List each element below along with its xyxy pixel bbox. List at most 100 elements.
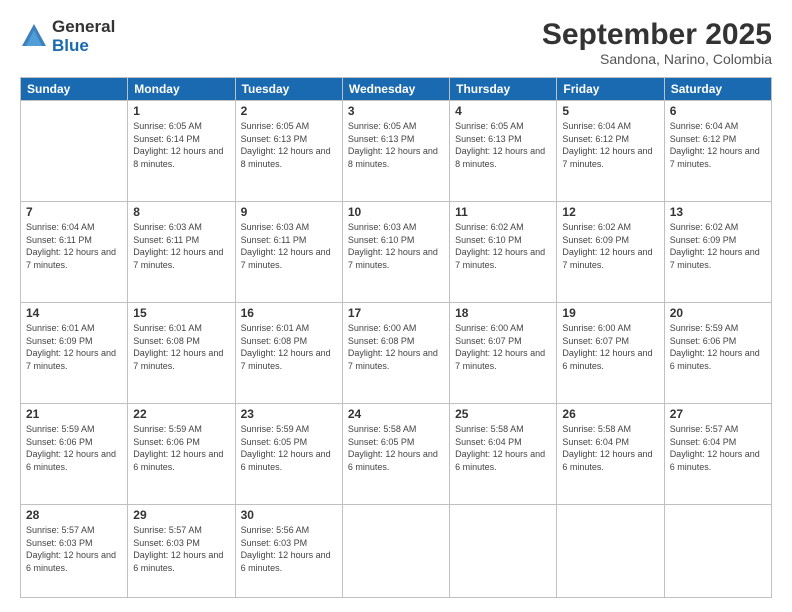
day-info: Sunrise: 5:59 AMSunset: 6:05 PMDaylight:… [241, 423, 337, 473]
day-number: 7 [26, 205, 122, 219]
day-info: Sunrise: 6:01 AMSunset: 6:08 PMDaylight:… [241, 322, 337, 372]
calendar-cell: 12 Sunrise: 6:02 AMSunset: 6:09 PMDayligh… [557, 202, 664, 303]
day-info: Sunrise: 6:03 AMSunset: 6:10 PMDaylight:… [348, 221, 444, 271]
day-info: Sunrise: 5:56 AMSunset: 6:03 PMDaylight:… [241, 524, 337, 574]
calendar-cell: 10 Sunrise: 6:03 AMSunset: 6:10 PMDayligh… [342, 202, 449, 303]
weekday-header-sunday: Sunday [21, 78, 128, 101]
day-info: Sunrise: 6:04 AMSunset: 6:12 PMDaylight:… [562, 120, 658, 170]
day-info: Sunrise: 6:04 AMSunset: 6:12 PMDaylight:… [670, 120, 766, 170]
day-number: 24 [348, 407, 444, 421]
title-block: September 2025 Sandona, Narino, Colombia [542, 18, 772, 67]
calendar-cell: 13 Sunrise: 6:02 AMSunset: 6:09 PMDayligh… [664, 202, 771, 303]
day-number: 26 [562, 407, 658, 421]
calendar-week-row-4: 21 Sunrise: 5:59 AMSunset: 6:06 PMDayligh… [21, 404, 772, 505]
day-number: 12 [562, 205, 658, 219]
day-number: 6 [670, 104, 766, 118]
day-number: 23 [241, 407, 337, 421]
calendar-cell [664, 505, 771, 598]
logo: General Blue [20, 18, 115, 55]
weekday-header-friday: Friday [557, 78, 664, 101]
calendar-cell: 15 Sunrise: 6:01 AMSunset: 6:08 PMDayligh… [128, 303, 235, 404]
calendar-cell: 7Sunrise: 6:04 AMSunset: 6:11 PMDaylight… [21, 202, 128, 303]
calendar-cell [342, 505, 449, 598]
day-number: 21 [26, 407, 122, 421]
day-number: 5 [562, 104, 658, 118]
weekday-header-wednesday: Wednesday [342, 78, 449, 101]
header: General Blue September 2025 Sandona, Nar… [20, 18, 772, 67]
logo-text: General Blue [52, 18, 115, 55]
calendar-cell: 4Sunrise: 6:05 AMSunset: 6:13 PMDaylight… [450, 101, 557, 202]
calendar-cell: 1 Sunrise: 6:05 AMSunset: 6:14 PMDaylight… [128, 101, 235, 202]
weekday-header-saturday: Saturday [664, 78, 771, 101]
day-info: Sunrise: 6:05 AMSunset: 6:13 PMDaylight:… [241, 120, 337, 170]
calendar-cell: 24 Sunrise: 5:58 AMSunset: 6:05 PMDayligh… [342, 404, 449, 505]
day-info: Sunrise: 5:57 AMSunset: 6:03 PMDaylight:… [26, 524, 122, 574]
day-number: 18 [455, 306, 551, 320]
calendar-cell: 29 Sunrise: 5:57 AMSunset: 6:03 PMDayligh… [128, 505, 235, 598]
logo-general-text: General [52, 18, 115, 37]
day-number: 1 [133, 104, 229, 118]
day-info: Sunrise: 5:58 AMSunset: 6:04 PMDaylight:… [562, 423, 658, 473]
day-info: Sunrise: 6:05 AMSunset: 6:13 PMDaylight:… [348, 120, 444, 170]
day-number: 16 [241, 306, 337, 320]
calendar-week-row-2: 7Sunrise: 6:04 AMSunset: 6:11 PMDaylight… [21, 202, 772, 303]
day-number: 10 [348, 205, 444, 219]
day-number: 14 [26, 306, 122, 320]
calendar-cell: 18 Sunrise: 6:00 AMSunset: 6:07 PMDayligh… [450, 303, 557, 404]
day-info: Sunrise: 5:57 AMSunset: 6:03 PMDaylight:… [133, 524, 229, 574]
day-number: 17 [348, 306, 444, 320]
day-number: 15 [133, 306, 229, 320]
day-info: Sunrise: 5:58 AMSunset: 6:04 PMDaylight:… [455, 423, 551, 473]
day-info: Sunrise: 6:02 AMSunset: 6:09 PMDaylight:… [670, 221, 766, 271]
day-number: 30 [241, 508, 337, 522]
calendar-cell: 8Sunrise: 6:03 AMSunset: 6:11 PMDaylight… [128, 202, 235, 303]
logo-icon [20, 22, 48, 50]
day-info: Sunrise: 6:03 AMSunset: 6:11 PMDaylight:… [241, 221, 337, 271]
day-number: 11 [455, 205, 551, 219]
day-number: 28 [26, 508, 122, 522]
calendar-cell: 17 Sunrise: 6:00 AMSunset: 6:08 PMDayligh… [342, 303, 449, 404]
day-number: 22 [133, 407, 229, 421]
day-info: Sunrise: 5:59 AMSunset: 6:06 PMDaylight:… [26, 423, 122, 473]
calendar-cell: 30 Sunrise: 5:56 AMSunset: 6:03 PMDayligh… [235, 505, 342, 598]
day-info: Sunrise: 5:57 AMSunset: 6:04 PMDaylight:… [670, 423, 766, 473]
day-info: Sunrise: 6:05 AMSunset: 6:13 PMDaylight:… [455, 120, 551, 170]
calendar-cell: 26 Sunrise: 5:58 AMSunset: 6:04 PMDayligh… [557, 404, 664, 505]
calendar-cell: 16 Sunrise: 6:01 AMSunset: 6:08 PMDayligh… [235, 303, 342, 404]
day-info: Sunrise: 5:59 AMSunset: 6:06 PMDaylight:… [670, 322, 766, 372]
day-info: Sunrise: 5:58 AMSunset: 6:05 PMDaylight:… [348, 423, 444, 473]
day-info: Sunrise: 6:00 AMSunset: 6:08 PMDaylight:… [348, 322, 444, 372]
calendar-cell: 19Sunrise: 6:00 AMSunset: 6:07 PMDayligh… [557, 303, 664, 404]
day-number: 19 [562, 306, 658, 320]
weekday-header-monday: Monday [128, 78, 235, 101]
calendar-week-row-5: 28 Sunrise: 5:57 AMSunset: 6:03 PMDayligh… [21, 505, 772, 598]
calendar-cell: 5 Sunrise: 6:04 AMSunset: 6:12 PMDaylight… [557, 101, 664, 202]
location-subtitle: Sandona, Narino, Colombia [542, 51, 772, 67]
day-info: Sunrise: 6:03 AMSunset: 6:11 PMDaylight:… [133, 221, 229, 271]
weekday-header-tuesday: Tuesday [235, 78, 342, 101]
day-number: 29 [133, 508, 229, 522]
day-number: 20 [670, 306, 766, 320]
calendar-cell: 27Sunrise: 5:57 AMSunset: 6:04 PMDayligh… [664, 404, 771, 505]
calendar-week-row-3: 14 Sunrise: 6:01 AMSunset: 6:09 PMDayligh… [21, 303, 772, 404]
calendar-cell: 23 Sunrise: 5:59 AMSunset: 6:05 PMDayligh… [235, 404, 342, 505]
day-info: Sunrise: 6:02 AMSunset: 6:10 PMDaylight:… [455, 221, 551, 271]
day-number: 13 [670, 205, 766, 219]
day-info: Sunrise: 5:59 AMSunset: 6:06 PMDaylight:… [133, 423, 229, 473]
day-info: Sunrise: 6:00 AMSunset: 6:07 PMDaylight:… [455, 322, 551, 372]
calendar-cell [21, 101, 128, 202]
weekday-header-thursday: Thursday [450, 78, 557, 101]
calendar-cell: 25 Sunrise: 5:58 AMSunset: 6:04 PMDayligh… [450, 404, 557, 505]
calendar-cell: 2Sunrise: 6:05 AMSunset: 6:13 PMDaylight… [235, 101, 342, 202]
day-info: Sunrise: 6:02 AMSunset: 6:09 PMDaylight:… [562, 221, 658, 271]
calendar-cell: 22 Sunrise: 5:59 AMSunset: 6:06 PMDayligh… [128, 404, 235, 505]
day-info: Sunrise: 6:01 AMSunset: 6:09 PMDaylight:… [26, 322, 122, 372]
day-info: Sunrise: 6:05 AMSunset: 6:14 PMDaylight:… [133, 120, 229, 170]
calendar-cell: 28 Sunrise: 5:57 AMSunset: 6:03 PMDayligh… [21, 505, 128, 598]
calendar-cell: 20 Sunrise: 5:59 AMSunset: 6:06 PMDayligh… [664, 303, 771, 404]
calendar-cell: 9Sunrise: 6:03 AMSunset: 6:11 PMDaylight… [235, 202, 342, 303]
page: General Blue September 2025 Sandona, Nar… [0, 0, 792, 612]
day-number: 25 [455, 407, 551, 421]
day-info: Sunrise: 6:01 AMSunset: 6:08 PMDaylight:… [133, 322, 229, 372]
calendar-cell: 21 Sunrise: 5:59 AMSunset: 6:06 PMDayligh… [21, 404, 128, 505]
